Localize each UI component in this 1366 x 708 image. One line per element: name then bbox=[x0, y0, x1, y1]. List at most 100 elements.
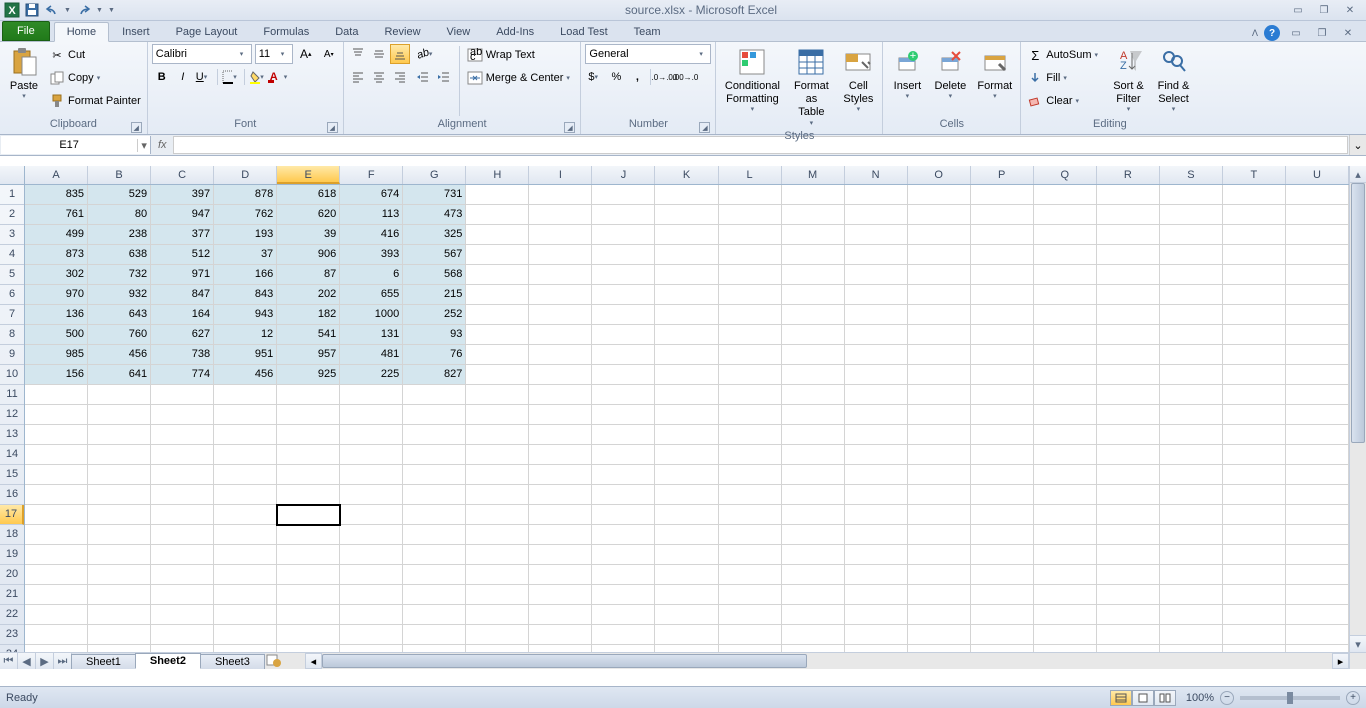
cell[interactable]: 620 bbox=[277, 205, 340, 225]
cell[interactable] bbox=[214, 505, 277, 525]
cell[interactable] bbox=[88, 445, 151, 465]
cell[interactable] bbox=[1286, 585, 1349, 605]
font-name-combo[interactable]: Calibri▾ bbox=[152, 44, 252, 64]
tab-add-ins[interactable]: Add-Ins bbox=[483, 22, 547, 41]
cell[interactable] bbox=[719, 565, 782, 585]
cell[interactable] bbox=[403, 405, 466, 425]
cell[interactable] bbox=[1160, 185, 1223, 205]
cell[interactable] bbox=[1097, 565, 1160, 585]
cell[interactable] bbox=[1286, 465, 1349, 485]
cell[interactable]: 835 bbox=[25, 185, 88, 205]
cell[interactable] bbox=[845, 325, 908, 345]
cell[interactable] bbox=[655, 325, 718, 345]
cell[interactable] bbox=[719, 365, 782, 385]
cell[interactable] bbox=[1097, 485, 1160, 505]
cell[interactable] bbox=[529, 405, 592, 425]
cell[interactable] bbox=[340, 465, 403, 485]
cell[interactable]: 93 bbox=[403, 325, 466, 345]
cell[interactable] bbox=[340, 585, 403, 605]
cell[interactable]: 947 bbox=[151, 205, 214, 225]
cell[interactable] bbox=[1286, 625, 1349, 645]
cell[interactable] bbox=[1286, 325, 1349, 345]
increase-decimal-icon[interactable]: .0→.00 bbox=[654, 67, 674, 87]
cell[interactable] bbox=[1034, 365, 1097, 385]
cell[interactable]: 202 bbox=[277, 285, 340, 305]
cell[interactable] bbox=[1286, 225, 1349, 245]
cell[interactable] bbox=[466, 625, 529, 645]
cell[interactable] bbox=[1286, 205, 1349, 225]
cell[interactable] bbox=[845, 425, 908, 445]
cell[interactable] bbox=[403, 385, 466, 405]
cell[interactable] bbox=[971, 225, 1034, 245]
cell[interactable] bbox=[782, 525, 845, 545]
cell[interactable] bbox=[971, 505, 1034, 525]
cell[interactable]: 878 bbox=[214, 185, 277, 205]
row-header-5[interactable]: 5 bbox=[0, 265, 24, 285]
cell[interactable] bbox=[971, 605, 1034, 625]
cell[interactable] bbox=[277, 485, 340, 505]
cell[interactable] bbox=[719, 545, 782, 565]
sheet-tab-sheet2[interactable]: Sheet2 bbox=[135, 653, 201, 669]
cell[interactable]: 238 bbox=[88, 225, 151, 245]
minimize-ribbon-icon[interactable]: ᐱ bbox=[1252, 28, 1258, 39]
font-color-button[interactable]: A▾ bbox=[269, 67, 289, 87]
tab-page-layout[interactable]: Page Layout bbox=[163, 22, 251, 41]
cell[interactable] bbox=[592, 585, 655, 605]
cell[interactable] bbox=[529, 425, 592, 445]
cell[interactable] bbox=[1286, 605, 1349, 625]
col-header-A[interactable]: A bbox=[25, 166, 88, 184]
cell[interactable] bbox=[782, 245, 845, 265]
cell[interactable] bbox=[782, 465, 845, 485]
cell[interactable] bbox=[592, 545, 655, 565]
cell[interactable] bbox=[277, 545, 340, 565]
undo-dropdown[interactable]: ▼ bbox=[64, 7, 72, 14]
align-middle-icon[interactable] bbox=[369, 44, 389, 64]
cell[interactable] bbox=[1160, 345, 1223, 365]
comma-icon[interactable]: , bbox=[627, 67, 647, 87]
clipboard-launcher[interactable]: ◢ bbox=[131, 122, 142, 133]
cell[interactable] bbox=[1223, 565, 1286, 585]
cell[interactable] bbox=[655, 265, 718, 285]
cell[interactable] bbox=[529, 465, 592, 485]
cell[interactable] bbox=[1034, 445, 1097, 465]
cell[interactable]: 37 bbox=[214, 245, 277, 265]
cell[interactable] bbox=[845, 565, 908, 585]
cell[interactable] bbox=[25, 385, 88, 405]
cell[interactable] bbox=[1223, 205, 1286, 225]
cell[interactable] bbox=[214, 405, 277, 425]
cell[interactable] bbox=[719, 625, 782, 645]
cell[interactable] bbox=[1223, 245, 1286, 265]
cell[interactable] bbox=[1160, 605, 1223, 625]
cell[interactable] bbox=[25, 525, 88, 545]
cell[interactable]: 12 bbox=[214, 325, 277, 345]
cell[interactable] bbox=[1034, 185, 1097, 205]
align-center-icon[interactable] bbox=[369, 67, 389, 87]
cell[interactable] bbox=[1286, 345, 1349, 365]
cell[interactable]: 136 bbox=[25, 305, 88, 325]
cell[interactable] bbox=[655, 385, 718, 405]
cell[interactable]: 500 bbox=[25, 325, 88, 345]
cell[interactable] bbox=[782, 605, 845, 625]
cell[interactable] bbox=[655, 425, 718, 445]
copy-button[interactable]: Copy▾ bbox=[47, 67, 143, 89]
cell[interactable] bbox=[1223, 365, 1286, 385]
cell[interactable] bbox=[908, 605, 971, 625]
cell[interactable] bbox=[845, 525, 908, 545]
cell[interactable] bbox=[529, 625, 592, 645]
cell[interactable] bbox=[655, 345, 718, 365]
cell[interactable] bbox=[655, 305, 718, 325]
cell[interactable] bbox=[1223, 465, 1286, 485]
cell[interactable] bbox=[1223, 405, 1286, 425]
page-layout-view-button[interactable] bbox=[1132, 690, 1154, 706]
cell[interactable] bbox=[782, 505, 845, 525]
scroll-right-arrow[interactable]: ▸ bbox=[1332, 653, 1349, 669]
cell[interactable]: 762 bbox=[214, 205, 277, 225]
row-header-19[interactable]: 19 bbox=[0, 545, 24, 565]
paste-button[interactable]: Paste▾ bbox=[4, 44, 44, 104]
cell[interactable] bbox=[782, 545, 845, 565]
cell[interactable] bbox=[151, 585, 214, 605]
cell[interactable] bbox=[655, 625, 718, 645]
row-header-18[interactable]: 18 bbox=[0, 525, 24, 545]
cell[interactable] bbox=[25, 485, 88, 505]
cell[interactable] bbox=[908, 325, 971, 345]
